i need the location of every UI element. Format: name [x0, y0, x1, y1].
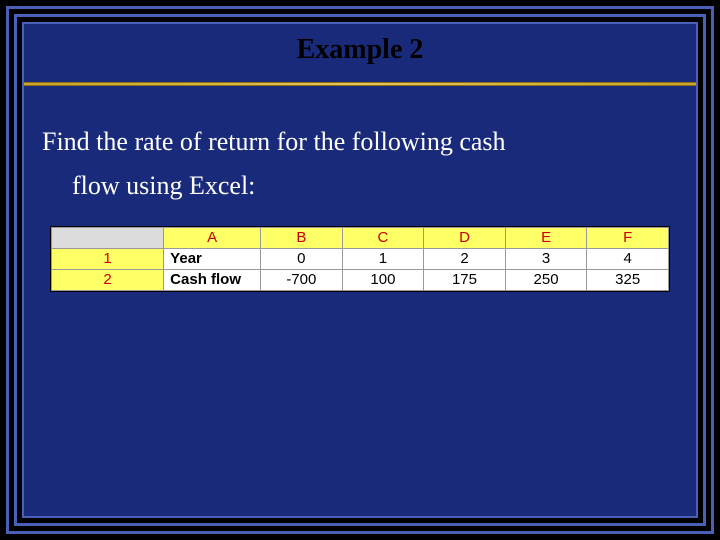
cell-a1: Year	[164, 249, 261, 270]
column-header-row: A B C D E F	[52, 228, 669, 249]
row-header-2: 2	[52, 270, 164, 291]
cell-d1: 2	[424, 249, 506, 270]
spreadsheet-table: A B C D E F 1 Year 0 1 2 3 4	[51, 227, 669, 291]
body-line-1: Find the rate of return for the followin…	[42, 120, 678, 164]
cell-e1: 3	[505, 249, 587, 270]
slide-outer-frame: Example 2 Find the rate of return for th…	[6, 6, 714, 534]
col-header-f: F	[587, 228, 669, 249]
cell-a2: Cash flow	[164, 270, 261, 291]
cell-f2: 325	[587, 270, 669, 291]
cell-e2: 250	[505, 270, 587, 291]
col-header-e: E	[505, 228, 587, 249]
table-row: 2 Cash flow -700 100 175 250 325	[52, 270, 669, 291]
slide-title: Example 2	[24, 24, 696, 72]
col-header-d: D	[424, 228, 506, 249]
cell-c2: 100	[342, 270, 424, 291]
col-header-c: C	[342, 228, 424, 249]
cell-b1: 0	[261, 249, 343, 270]
col-header-a: A	[164, 228, 261, 249]
body-line-2: flow using Excel:	[42, 164, 678, 208]
slide-body: Find the rate of return for the followin…	[24, 94, 696, 216]
table-row: 1 Year 0 1 2 3 4	[52, 249, 669, 270]
cell-f1: 4	[587, 249, 669, 270]
slide-mid-frame: Example 2 Find the rate of return for th…	[14, 14, 706, 526]
cell-c1: 1	[342, 249, 424, 270]
cell-b2: -700	[261, 270, 343, 291]
spreadsheet: A B C D E F 1 Year 0 1 2 3 4	[50, 226, 670, 292]
col-header-b: B	[261, 228, 343, 249]
corner-cell	[52, 228, 164, 249]
cell-d2: 175	[424, 270, 506, 291]
title-underline	[24, 82, 696, 86]
slide-inner-frame: Example 2 Find the rate of return for th…	[22, 22, 698, 518]
row-header-1: 1	[52, 249, 164, 270]
